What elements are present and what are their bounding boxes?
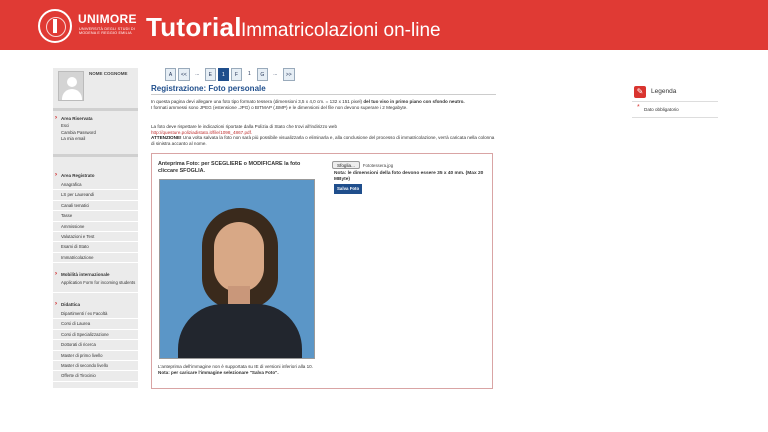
sidebar-item-tirocinio[interactable]: Offerte di Tirocinio (53, 371, 138, 382)
user-name: NOME COGNOME (89, 71, 128, 76)
attention-text: Una volta salvata la foto non sarà più p… (151, 135, 495, 146)
preview-note-text: L'anteprima dell'immagine non è supporta… (158, 364, 313, 369)
sidebar-item-valutazioni-test[interactable]: Valutazioni e Test (53, 232, 138, 243)
registry-area-heading: Area Registrato (53, 172, 138, 180)
pager-next[interactable]: >> (282, 68, 295, 81)
sidebar-item-application-form[interactable]: Application Form for incoming students (53, 279, 138, 293)
legend-divider (632, 117, 718, 118)
sidebar-item-corsi-specializzazione[interactable]: Corsi di Specializzazione (53, 330, 138, 341)
teaching-heading: Didattica (53, 301, 138, 309)
sidebar-item-canali-tematici[interactable]: Canali tematici (53, 201, 138, 212)
preview-note-bold: Nota: per caricare l'immagine selezionar… (158, 369, 279, 375)
sidebar-divider (53, 108, 138, 111)
police-rules-link[interactable]: http://questure.poliziadistato.it/file/1… (151, 130, 252, 135)
selected-file-name: Fototessera.jpg (362, 162, 394, 168)
top-header: UNIMORE UNIVERSITÀ DEGLI STUDI DI MODENA… (0, 0, 768, 50)
police-rules-paragraph: La foto deve rispettare le indicazioni r… (151, 124, 496, 146)
police-rules-text: La foto deve rispettare le indicazioni r… (151, 124, 338, 129)
legend-title: Legenda (651, 88, 677, 95)
pager-step-e[interactable]: E (204, 68, 216, 81)
sidebar-item-ls-laureandi[interactable]: LS per Laureandi (53, 190, 138, 201)
sidebar-item-tasse[interactable]: Tasse (53, 211, 138, 222)
sidebar-item-dottorati[interactable]: Dottorati di ricerca (53, 340, 138, 351)
sidebar: NOME COGNOME Area Riservata Esci Cambia … (53, 68, 138, 388)
avatar-body-shape (62, 89, 82, 100)
brand-name[interactable]: UNIMORE (78, 12, 137, 26)
intro-text-bold: del tuo viso in primo piano con sfondo n… (363, 99, 465, 104)
tutorial-subtitle: Immatricolazioni on-line (241, 20, 441, 41)
sidebar-item-master-secondo[interactable]: Master di secondo livello (53, 361, 138, 372)
sidebar-item-esami-stato[interactable]: Esami di Stato (53, 242, 138, 253)
avatar-head-shape (67, 77, 77, 87)
intro-formats-text: I formati ammessi sono JPEG (estensione … (151, 104, 408, 110)
required-asterisk-icon: * (637, 104, 640, 111)
reserved-area-section: Area Riservata Esci Cambia Password La m… (53, 115, 138, 143)
size-note: Nota: le dimensioni della foto devono es… (334, 171, 484, 182)
attention-label: ATTENZIONE! (151, 135, 182, 141)
teaching-section: Didattica Dipartimenti / ex Facoltà Cors… (53, 301, 138, 382)
photo-shirt-shape (178, 304, 302, 358)
page-title: Registrazione: Foto personale (151, 84, 266, 93)
reserved-area-heading: Area Riservata (53, 115, 138, 123)
pager-prev[interactable]: << (178, 68, 190, 81)
intro-paragraph: In questa pagina devi allegare una foto … (151, 99, 496, 110)
mobility-section: Mobilità internazionale Application Form… (53, 271, 138, 293)
sidebar-item-dipartimenti[interactable]: Dipartimenti / ex Facoltà (53, 309, 138, 320)
pager-ellipsis: ... (195, 71, 200, 77)
legend-divider (632, 101, 718, 102)
sidebar-item-immatricolazione[interactable]: Immatricolazione (53, 253, 138, 264)
mobility-heading: Mobilità internazionale (53, 271, 138, 279)
registry-area-section: Area Registrato Anagrafica LS per Laurea… (53, 172, 138, 264)
file-input-row: Sfoglia... Fototessera.jpg (332, 161, 393, 169)
tutorial-title: Tutorial (146, 12, 242, 42)
pager-step-a[interactable]: A (165, 68, 176, 81)
sidebar-item-change-password[interactable]: Cambia Password (53, 130, 138, 137)
photo-preview (159, 179, 315, 359)
pager-substep: 1 (247, 71, 251, 77)
intro-text: In questa pagina devi allegare una foto … (151, 99, 363, 104)
photo-upload-panel: Anteprima Foto: per SCEGLIERE o MODIFICA… (151, 153, 493, 389)
avatar (58, 71, 84, 101)
pager-step-g[interactable]: G (256, 68, 268, 81)
pager-ellipsis: ... (273, 71, 278, 77)
step-pager: A << ... E 1 F 1 G ... >> (165, 68, 295, 81)
photo-face-shape (214, 222, 264, 292)
sidebar-item-my-email[interactable]: La mia email (53, 136, 138, 143)
browse-button[interactable]: Sfoglia... (332, 161, 360, 169)
sidebar-item-corsi-laurea[interactable]: Corsi di Laurea (53, 319, 138, 330)
sidebar-item-anagrafica[interactable]: Anagrafica (53, 180, 138, 191)
title-divider (151, 94, 496, 95)
university-seal-icon[interactable] (38, 9, 72, 43)
sidebar-item-master-primo[interactable]: Master di primo livello (53, 351, 138, 361)
preview-note: L'anteprima dell'immagine non è supporta… (158, 364, 318, 376)
sidebar-divider (53, 154, 138, 157)
legend-bookmark-icon: ✎ (634, 86, 646, 98)
save-photo-button[interactable]: Salva Foto (334, 184, 363, 194)
sidebar-item-ammissione[interactable]: Ammissione (53, 222, 138, 232)
legend-required-item: Dato obbligatorio (644, 107, 679, 112)
pager-step-f[interactable]: F (230, 68, 242, 81)
preview-title: Anteprima Foto: per SCEGLIERE o MODIFICA… (158, 161, 301, 174)
pager-current-step[interactable]: 1 (217, 68, 229, 81)
sidebar-item-logout[interactable]: Esci (53, 123, 138, 130)
brand-subtitle: UNIVERSITÀ DEGLI STUDI DI MODENA E REGGI… (79, 27, 136, 36)
